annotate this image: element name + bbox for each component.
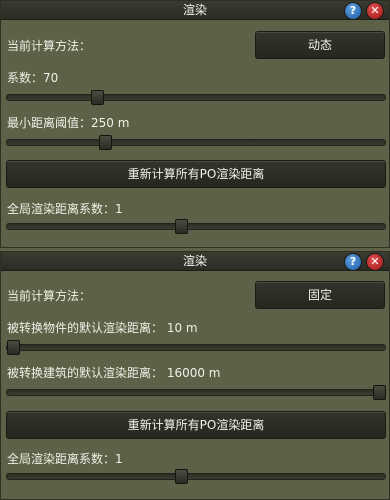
recalculate-render-distance-button[interactable]: 重新计算所有PO渲染距离 [6, 160, 386, 188]
object-distance-slider[interactable] [6, 340, 386, 355]
help-icon[interactable]: ? [345, 3, 361, 19]
global-coefficient-slider-handle[interactable] [175, 219, 189, 234]
coefficient-slider[interactable] [6, 90, 386, 105]
global-coefficient-slider[interactable] [6, 219, 386, 234]
render-panel-dynamic: 渲染 ? ✕ 当前计算方法： 动态 系数：70 最小距离阈值：250 m 重新计… [0, 0, 390, 248]
global-coefficient-slider-handle[interactable] [175, 469, 189, 484]
calculation-method-label: 当前计算方法： [7, 39, 92, 53]
calculation-method-button[interactable]: 动态 [255, 31, 385, 59]
global-coefficient-slider[interactable] [6, 469, 386, 484]
panel-titlebar[interactable]: 渲染 ? ✕ [1, 1, 389, 20]
building-distance-slider[interactable] [6, 385, 386, 400]
building-distance-slider-handle[interactable] [373, 385, 386, 400]
building-distance-label: 被转换建筑的默认渲染距离： 16000 m [7, 366, 221, 380]
min-distance-label: 最小距离阈值：250 m [7, 116, 130, 130]
close-icon[interactable]: ✕ [367, 254, 383, 270]
object-distance-slider-handle[interactable] [7, 340, 20, 355]
panel-title: 渲染 [182, 3, 207, 17]
render-panel-fixed: 渲染 ? ✕ 当前计算方法： 固定 被转换物件的默认渲染距离： 10 m 被转换… [0, 251, 390, 500]
close-icon[interactable]: ✕ [367, 3, 383, 19]
panel-titlebar[interactable]: 渲染 ? ✕ [1, 252, 389, 271]
min-distance-slider[interactable] [6, 135, 386, 150]
recalculate-render-distance-button[interactable]: 重新计算所有PO渲染距离 [6, 411, 386, 439]
global-coefficient-label: 全局渲染距离系数：1 [7, 452, 123, 466]
global-coefficient-label: 全局渲染距离系数：1 [7, 202, 123, 216]
calculation-method-label: 当前计算方法： [7, 289, 92, 303]
min-distance-slider-handle[interactable] [98, 135, 112, 150]
help-icon[interactable]: ? [345, 254, 361, 270]
object-distance-label: 被转换物件的默认渲染距离： 10 m [7, 321, 198, 335]
panel-title: 渲染 [182, 254, 207, 268]
coefficient-slider-handle[interactable] [91, 90, 105, 105]
coefficient-label: 系数：70 [7, 71, 59, 85]
calculation-method-button[interactable]: 固定 [255, 281, 385, 309]
